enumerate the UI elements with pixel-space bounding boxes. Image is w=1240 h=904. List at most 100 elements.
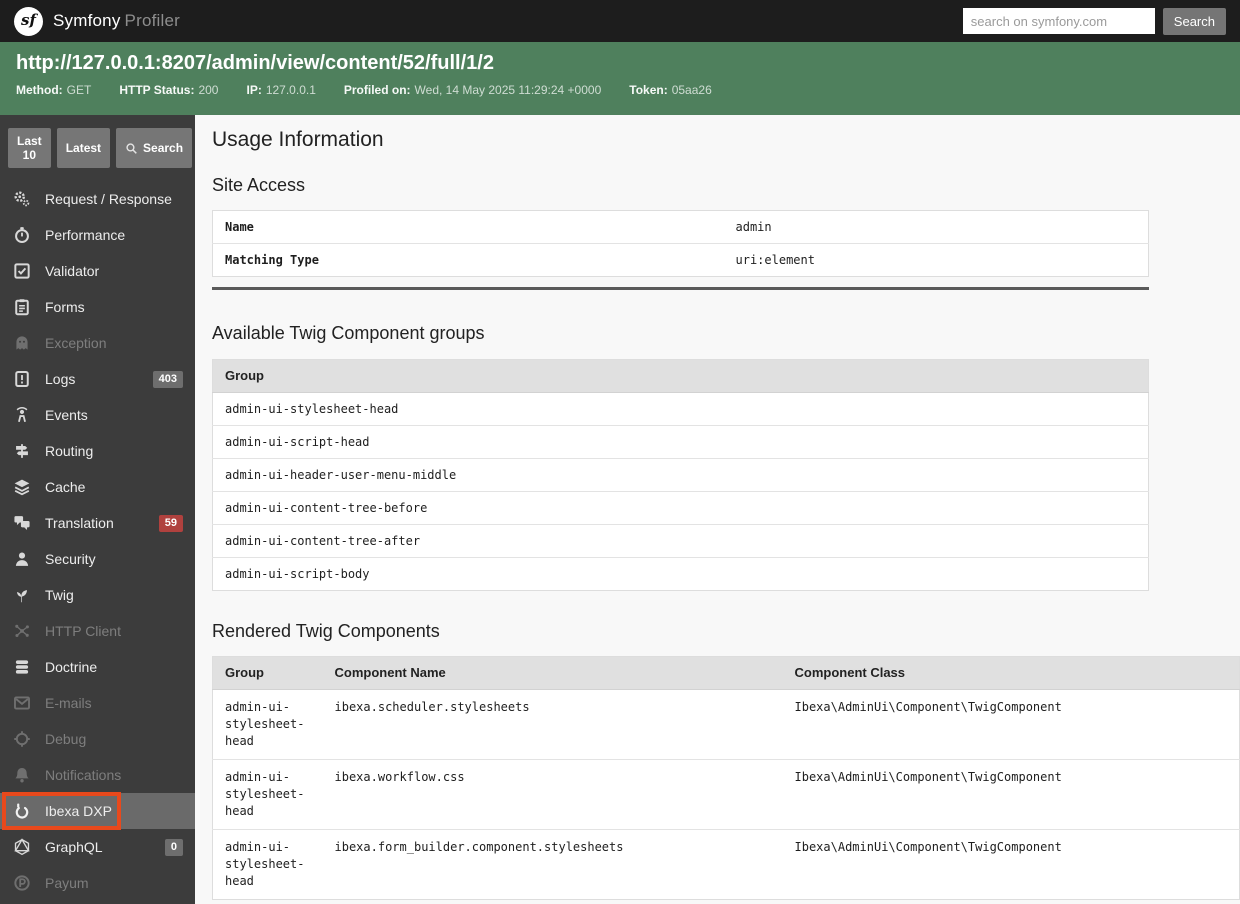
table-row: admin-ui-script-head	[212, 425, 1149, 459]
profiler-topbar: sf Symfony Profiler Search	[0, 0, 1240, 42]
sidebar-item-label: Notifications	[45, 767, 122, 783]
request-url: http://127.0.0.1:8207/admin/view/content…	[16, 52, 494, 74]
sidebar-item-graphql[interactable]: GraphQL 0	[0, 829, 195, 865]
gears-icon	[12, 190, 32, 208]
component-name-cell: ibexa.workflow.css	[322, 759, 783, 830]
sidebar-item-payum[interactable]: Payum	[0, 865, 195, 901]
layers-icon	[12, 478, 32, 496]
sidebar-item-label: E-mails	[45, 695, 92, 711]
sidebar-item-twig[interactable]: Twig	[0, 577, 195, 613]
sidebar-item-ibexa-dxp[interactable]: Ibexa DXP	[0, 792, 195, 830]
ghost-icon	[12, 334, 32, 352]
table-row: admin-ui-stylesheet-head ibexa.workflow.c…	[212, 759, 1240, 830]
meta-label: Profiled on:	[343, 83, 411, 97]
sidebar-item-security[interactable]: Security	[0, 541, 195, 577]
sidebar-item-logs[interactable]: Logs 403	[0, 361, 195, 397]
meta-label: HTTP Status:	[119, 83, 195, 97]
column-header-group: Group	[212, 359, 1149, 393]
request-meta-item: HTTP Status: 200	[119, 83, 218, 97]
rendered-components-section: Rendered Twig Components Group Component …	[212, 622, 1240, 900]
signpost-icon	[12, 442, 32, 460]
sidebar-item-e-mails[interactable]: E-mails	[0, 685, 195, 721]
sidebar-item-label: Ibexa DXP	[45, 803, 112, 819]
group-cell: admin-ui-content-tree-after	[212, 524, 1149, 558]
request-meta-item: Token: 05aa26	[629, 83, 712, 97]
sidebar-item-doctrine[interactable]: Doctrine	[0, 649, 195, 685]
component-class-cell: Ibexa\AdminUi\Component\TwigComponent	[782, 689, 1240, 760]
sidebar-item-events[interactable]: Events	[0, 397, 195, 433]
sidebar-item-label: Routing	[45, 443, 94, 459]
sidebar-item-label: Exception	[45, 335, 107, 351]
sidebar-item-cache[interactable]: Cache	[0, 469, 195, 505]
table-row: Matching Type uri:element	[213, 244, 1149, 277]
group-cell: admin-ui-script-body	[225, 567, 370, 581]
twig-groups-section: Available Twig Component groups Group ad…	[212, 324, 1240, 591]
site-access-section: Site Access Name admin Matching Type uri:el…	[212, 176, 1240, 290]
sidebar-item-label: Translation	[45, 515, 114, 531]
table-row: admin-ui-script-body	[213, 558, 1149, 591]
group-cell: admin-ui-script-head	[212, 425, 1149, 459]
component-class-cell: Ibexa\AdminUi\Component\TwigComponent	[794, 840, 1062, 854]
rendered-components-heading: Rendered Twig Components	[212, 621, 440, 641]
request-meta-item: IP: 127.0.0.1	[246, 83, 315, 97]
stopwatch-icon	[12, 226, 32, 244]
meta-value: 200	[198, 83, 219, 97]
table-row: admin-ui-stylesheet-head	[212, 392, 1149, 426]
column-header-component-class: Component Class	[782, 656, 1240, 690]
column-header-group: Group	[212, 656, 323, 690]
ibexa-icon	[12, 802, 32, 820]
topbar-search: Search	[962, 7, 1226, 35]
group-cell: admin-ui-header-user-menu-middle	[212, 458, 1149, 492]
table-row: admin-ui-stylesheet-head ibexa.form_build…	[213, 830, 1240, 900]
sidebar-item-performance[interactable]: Performance	[0, 217, 195, 253]
group-cell: admin-ui-stylesheet-head	[212, 392, 1149, 426]
group-cell: admin-ui-stylesheet-head	[212, 689, 323, 760]
site-access-table: Name admin Matching Type uri:element	[212, 210, 1149, 277]
logo-glyph: sf	[21, 10, 36, 29]
molecule-icon	[12, 622, 32, 640]
sidebar-item-debug[interactable]: Debug	[0, 721, 195, 757]
sidebar-item-label: Validator	[45, 263, 100, 279]
sidebar-item-label: Twig	[45, 587, 74, 603]
profiler-history-controls: Last 10 Latest Search	[0, 115, 195, 177]
search-input[interactable]	[962, 8, 1155, 34]
column-header-component-name: Component Name	[322, 656, 783, 690]
row-value: admin	[723, 210, 1149, 244]
sidebar-item-label: Forms	[45, 299, 85, 315]
sidebar-last-10-button[interactable]: Last 10	[8, 128, 51, 168]
sidebar-item-label: Events	[45, 407, 88, 423]
sidebar-item-exception[interactable]: Exception	[0, 325, 195, 361]
sidebar-item-label: Cache	[45, 479, 86, 495]
brand-suffix: Profiler	[124, 11, 180, 30]
translation-icon	[12, 514, 32, 532]
table-row: admin-ui-stylesheet-head ibexa.scheduler.…	[212, 689, 1240, 760]
sidebar-item-routing[interactable]: Routing	[0, 433, 195, 469]
sidebar-item-notifications[interactable]: Notifications	[0, 757, 195, 793]
database-icon	[12, 658, 32, 676]
count-badge: 403	[152, 370, 183, 388]
meta-value: 127.0.0.1	[265, 83, 316, 97]
sidebar-item-label: Debug	[45, 731, 87, 747]
sidebar-search-button[interactable]: Search	[116, 128, 193, 168]
sidebar-item-forms[interactable]: Forms	[0, 289, 195, 325]
sidebar-item-request-response[interactable]: Request / Response	[0, 181, 195, 217]
twig-groups-heading: Available Twig Component groups	[212, 323, 485, 343]
sidebar-item-translation[interactable]: Translation 59	[0, 505, 195, 541]
sidebar-item-http-client[interactable]: HTTP Client	[0, 613, 195, 649]
sidebar-item-validator[interactable]: Validator	[0, 253, 195, 289]
payum-icon	[12, 874, 32, 892]
table-row: Name admin	[212, 210, 1149, 244]
bell-icon	[12, 766, 32, 784]
row-value: uri:element	[735, 253, 815, 267]
sidebar-item-label: Payum	[45, 875, 89, 891]
table-row: admin-ui-content-tree-before	[212, 491, 1149, 525]
sidebar-item-label: Doctrine	[45, 659, 98, 675]
sidebar-latest-button[interactable]: Latest	[56, 128, 111, 168]
search-button[interactable]: Search	[1162, 7, 1226, 35]
table-header-row: Group Component Name Component Class	[212, 656, 1240, 690]
meta-label: Token:	[629, 83, 668, 97]
meta-label: IP:	[246, 83, 262, 97]
count-badge: 59	[158, 514, 183, 532]
meta-value: GET	[66, 83, 92, 97]
main-content: Usage Information Site Access Name admin M…	[195, 115, 1240, 904]
